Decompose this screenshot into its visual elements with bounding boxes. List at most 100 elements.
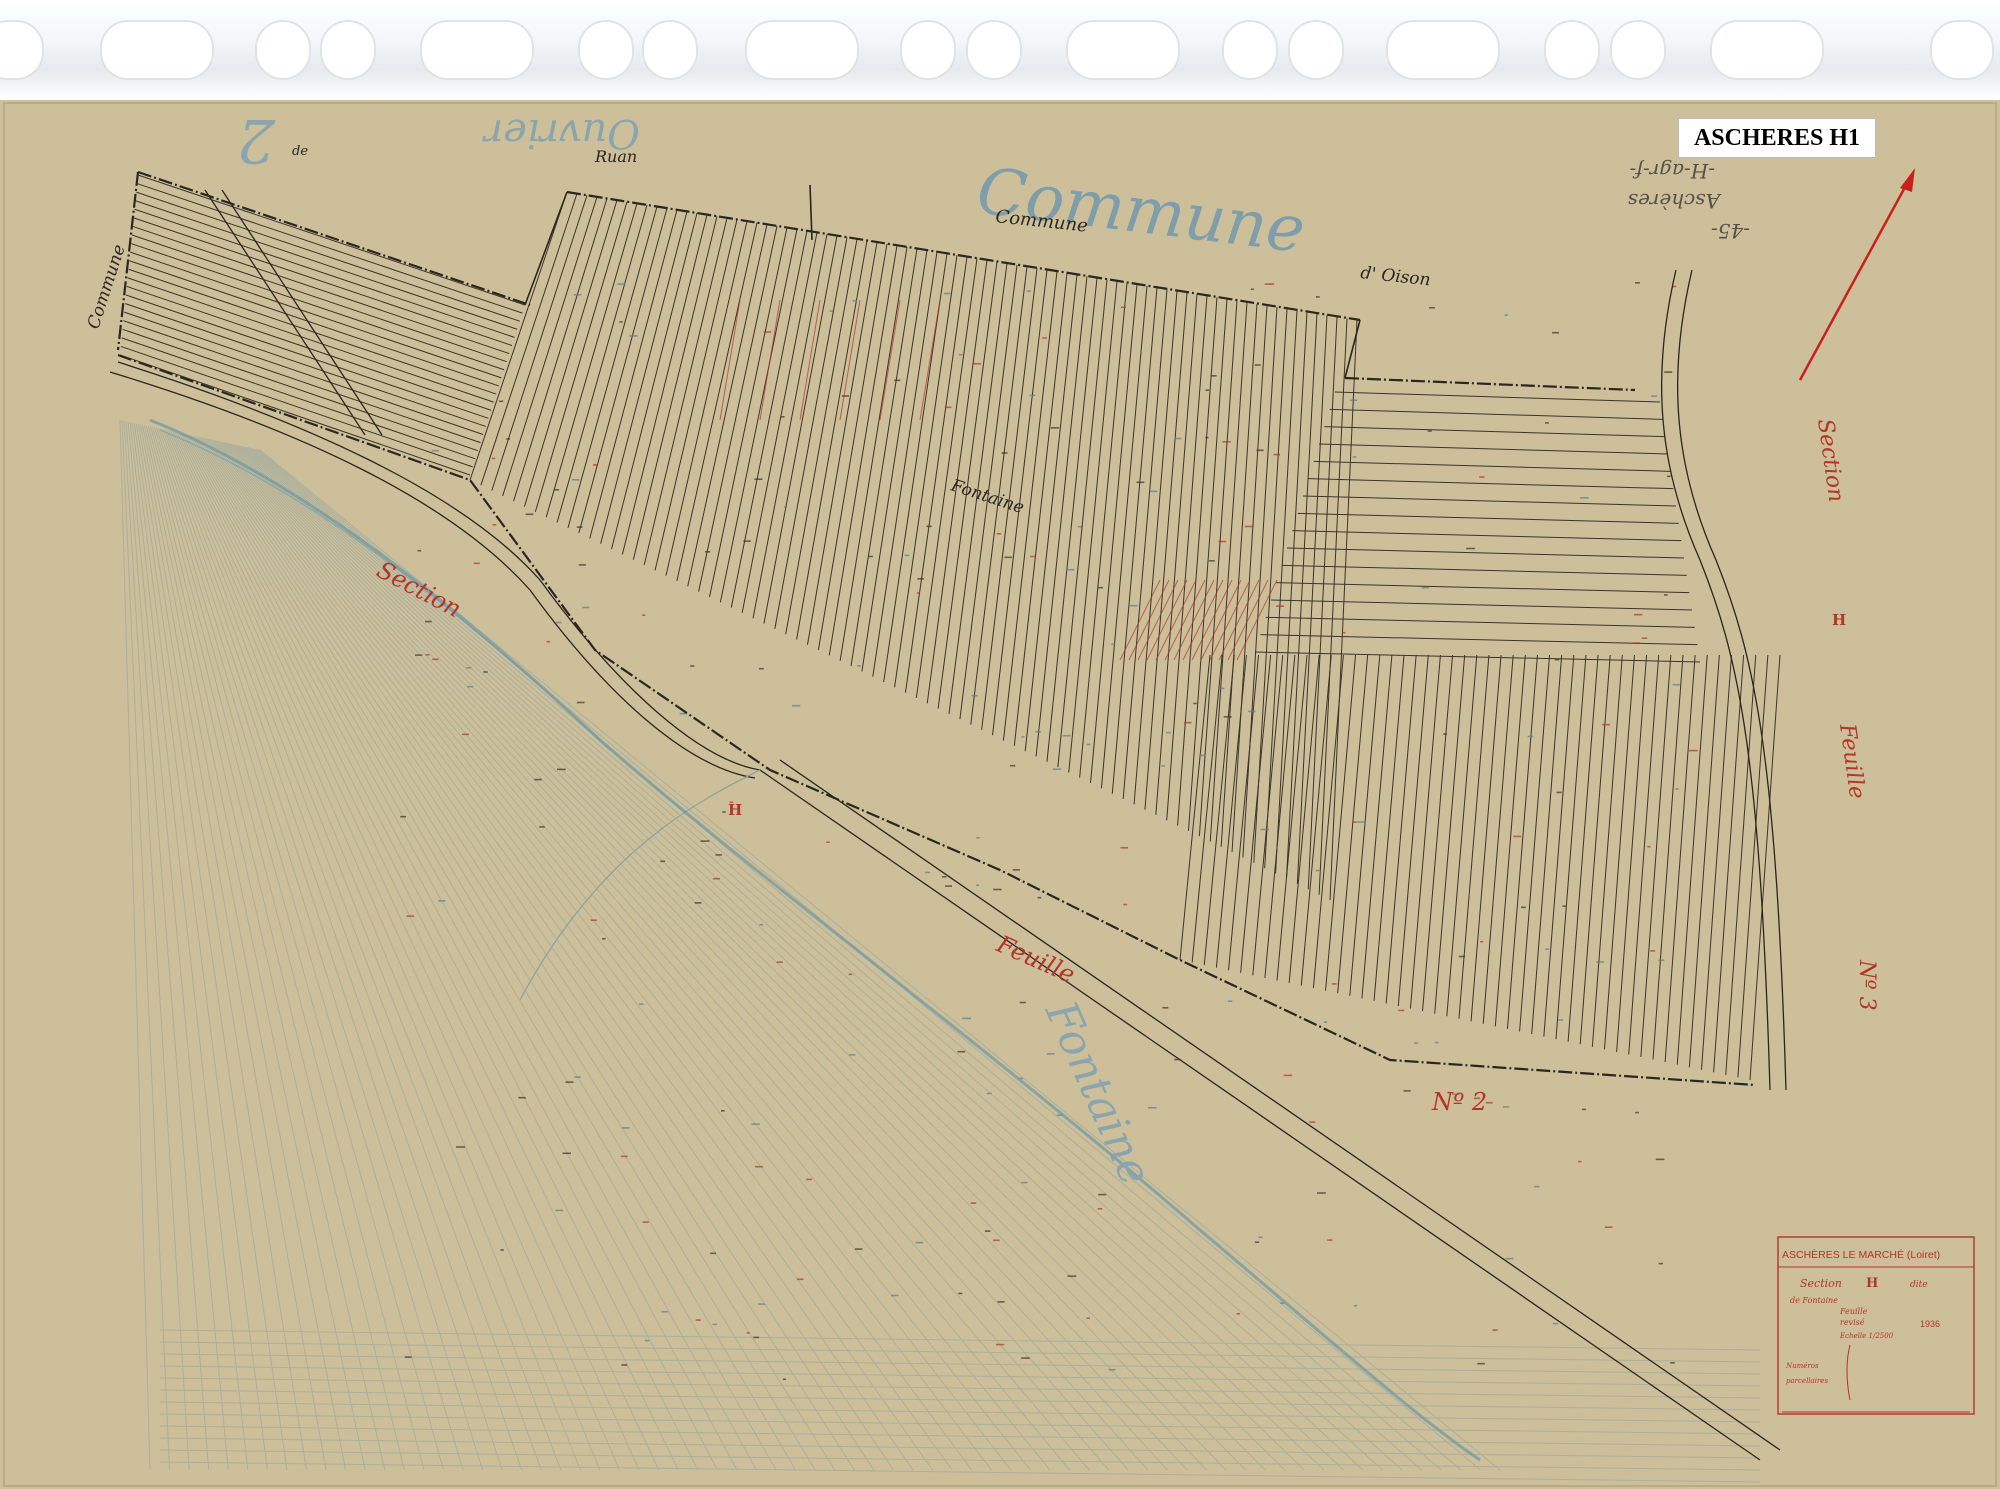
parcel-number-mark [894,379,901,382]
parcel-number-mark [1480,940,1484,943]
parcel-number-mark [1108,1368,1116,1371]
parcel-line-faint [159,1449,1761,1471]
parcel-line [1531,654,1563,1035]
parcel-number-mark [1004,556,1013,559]
parcel-line [1308,478,1674,490]
parcel-line [1209,302,1248,842]
parcel-line-red [1209,579,1251,661]
parcel-number-mark [1332,983,1337,985]
parcel-number-mark [700,840,710,842]
parcel-line-faint [156,427,503,1471]
parcel-line [1297,512,1679,524]
parcel-line [828,245,898,656]
parcel-line-faint [159,1329,1761,1351]
parcel-number-mark [917,578,924,580]
binding-tab [1544,20,1600,80]
parcels-lower-right [1179,654,1781,1081]
parcel-number-mark [1309,1121,1316,1123]
parcel-number-mark [425,620,432,623]
parcel-number-mark [806,1178,812,1181]
parcel-number-mark [406,915,415,917]
parcel-line [654,219,738,571]
parcel-line-red [1200,579,1242,661]
parcel-line-red [1182,579,1224,661]
parcel-line [763,235,838,624]
parcel-number-mark [1414,1042,1419,1044]
cartouche-year: 1936 [1920,1319,1940,1329]
parcel-line [136,183,523,314]
parcel-number-mark [1149,490,1158,493]
parcel-number-mark [1545,422,1549,424]
parcel-number-mark [1193,702,1197,705]
parcel-number-mark [1086,1317,1090,1319]
parcel-number-mark [972,363,982,365]
parcel-line [120,345,473,468]
parcel-line [1652,654,1684,1060]
binding-tab [255,20,311,80]
parcel-line [1264,654,1296,978]
parcel-number-mark [722,811,726,813]
parcel-number-mark [868,555,873,558]
parcel-number-mark [976,837,980,839]
parcel-number-mark [1632,642,1641,644]
label-feuille-right: Feuille [1834,721,1869,800]
cartouche-lieu: dite [1910,1280,1928,1290]
parcel-number-mark [573,294,582,296]
label-h-right: H [1832,611,1846,629]
parcel-number-mark [622,1127,630,1129]
parcel-number-mark [1689,749,1698,752]
parcel-number-mark [1556,791,1562,794]
parcel-number-mark [1120,306,1126,309]
parcel-number-mark [1222,441,1231,443]
parcel-number-mark [759,924,764,926]
parcel-line-red [1173,579,1215,661]
parcel-number-mark [1534,1185,1540,1188]
parcel-number-mark [557,768,566,771]
parcel-line [1494,654,1526,1027]
parcel-number-mark [467,685,474,688]
parcel-line [1024,274,1078,752]
parcel-line-red [1119,579,1161,661]
parcel-line [124,303,486,427]
parcel-number-mark [1552,331,1560,334]
parcel-line [1187,298,1228,831]
parcel-line [1228,654,1260,971]
parcel-line [806,242,878,645]
parcel-line-red [1146,579,1188,661]
label-no3: Nº 3 [1854,959,1879,1011]
parcel-number-mark [1670,1362,1675,1364]
parcel-number-mark [924,871,931,874]
parcel-line-red [1227,579,1269,661]
parcel-line-faint [221,441,1129,1471]
parcel-number-mark [1466,547,1475,550]
parcel-line [1676,654,1708,1065]
binding-tab [900,20,956,80]
parcel-number-mark [431,449,439,452]
parcel-line [1215,654,1247,968]
parcel-number-mark [1012,869,1020,871]
parcel-number-mark [1675,788,1679,790]
label-commune-left: Commune [84,242,130,331]
parcel-line-faint [217,440,1090,1471]
parcel-number-mark [1161,765,1165,767]
parcel-number-mark [1647,845,1651,848]
parcel-line [1567,654,1599,1042]
cartouche-line2: Feuille [1839,1307,1868,1316]
parcel-number-mark [642,614,646,616]
label-no2: Nº 2 [1431,1088,1487,1116]
parcel-number-mark [1545,948,1549,950]
parcel-line [1579,654,1611,1045]
parcel-line-faint [188,434,816,1471]
parcel-line [1300,654,1332,986]
parcel-line [1628,654,1660,1055]
parcel-line [129,260,499,387]
binding-tab [642,20,698,80]
parcel-number-mark [1256,449,1264,452]
parcel-number-mark [755,1165,763,1168]
parcel-number-mark [1352,821,1357,823]
binding-tab [1066,20,1180,80]
binding-tab [320,20,376,80]
parcel-number-mark [1166,731,1171,734]
parcel-line [556,204,648,523]
parcel-number-mark [996,533,1002,535]
